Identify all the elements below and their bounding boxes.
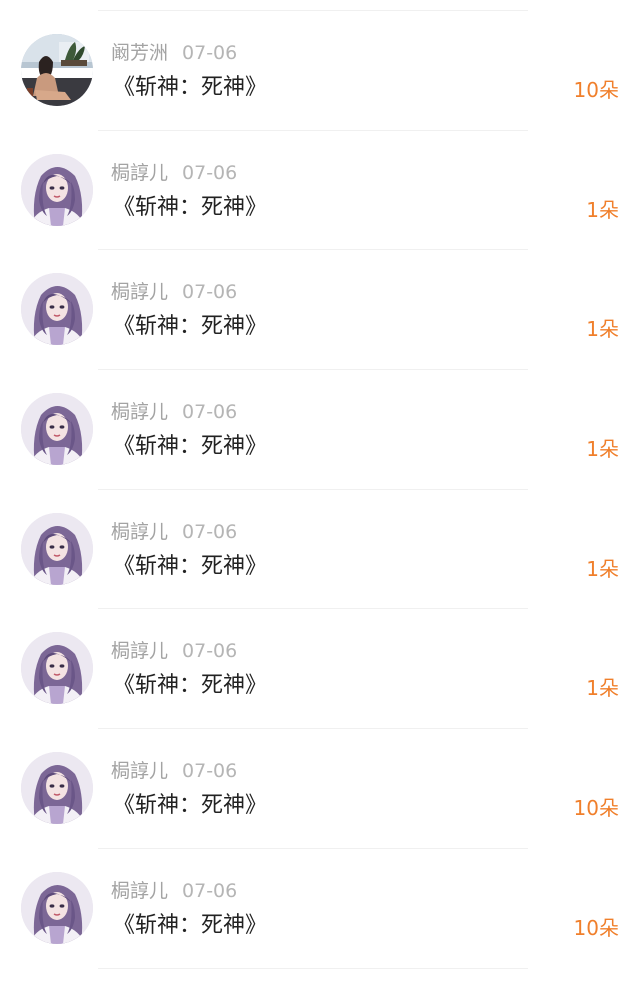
send-date: 07-06	[182, 161, 238, 184]
avatar-anime-girl-purple-hair-icon	[21, 871, 93, 944]
user-avatar[interactable]	[21, 273, 93, 346]
user-avatar[interactable]	[21, 393, 93, 466]
user-avatar[interactable]	[21, 632, 93, 705]
send-date: 07-06	[182, 760, 238, 783]
list-item[interactable]: 梮諄儿 07-06 《斩神：死神》 10朵	[0, 849, 640, 969]
avatar-anime-girl-purple-hair-icon	[21, 273, 93, 346]
user-avatar[interactable]	[21, 512, 93, 585]
list-item[interactable]: 梮諄儿 07-06 《斩神：死神》 1朵	[0, 490, 640, 610]
row-meta: 梮諄儿 07-06	[111, 520, 237, 544]
user-avatar[interactable]	[21, 752, 93, 825]
row-meta: 阚芳洲 07-06	[111, 41, 237, 65]
book-title[interactable]: 《斩神：死神》	[113, 194, 267, 222]
avatar-anime-girl-purple-hair-icon	[21, 393, 93, 466]
row-meta: 梮諄儿 07-06	[111, 879, 237, 903]
flower-count: 10朵	[573, 796, 619, 821]
book-title[interactable]: 《斩神：死神》	[113, 74, 267, 102]
row-meta: 梮諄儿 07-06	[111, 280, 237, 304]
user-name[interactable]: 梮諄儿	[111, 640, 168, 662]
book-title[interactable]: 《斩神：死神》	[113, 912, 267, 940]
list-item[interactable]: 梮諄儿 07-06 《斩神：死神》 1朵	[0, 250, 640, 371]
send-date: 07-06	[182, 42, 238, 64]
user-name[interactable]: 梮諄儿	[111, 401, 168, 423]
send-date: 07-06	[182, 520, 238, 543]
user-name[interactable]: 梮諄儿	[111, 521, 168, 543]
book-title[interactable]: 《斩神：死神》	[113, 672, 267, 700]
flower-count: 10朵	[573, 915, 619, 940]
send-date: 07-06	[182, 401, 238, 424]
list-item[interactable]: 阚芳洲 07-06 《斩神：死神》 10朵	[0, 11, 640, 131]
avatar-anime-girl-purple-hair-icon	[21, 512, 93, 585]
avatar-photo-woman-sitting-icon	[21, 34, 93, 106]
flower-count: 1朵	[586, 556, 619, 581]
user-avatar[interactable]	[21, 34, 93, 106]
row-meta: 梮諄儿 07-06	[111, 639, 237, 663]
avatar-anime-girl-purple-hair-icon	[21, 632, 93, 705]
flower-count: 1朵	[586, 197, 619, 222]
user-name[interactable]: 梮諄儿	[111, 760, 168, 782]
row-meta: 梮諄儿 07-06	[111, 759, 237, 783]
flower-count: 10朵	[573, 78, 619, 102]
row-meta: 梮諄儿 07-06	[111, 400, 237, 424]
list-item[interactable]: 梮諄儿 07-06 《斩神：死神》 1朵	[0, 370, 640, 490]
flower-count: 1朵	[586, 317, 619, 342]
row-divider	[98, 967, 528, 969]
gift-record-list: 阚芳洲 07-06 《斩神：死神》 10朵 梮諄儿 07-06 《斩神：死神》 …	[0, 11, 640, 969]
book-title[interactable]: 《斩神：死神》	[113, 553, 267, 581]
user-avatar[interactable]	[21, 153, 93, 226]
flower-count: 1朵	[586, 676, 619, 701]
avatar-anime-girl-purple-hair-icon	[21, 752, 93, 825]
list-item[interactable]: 梮諄儿 07-06 《斩神：死神》 1朵	[0, 131, 640, 251]
avatar-anime-girl-purple-hair-icon	[21, 153, 93, 226]
list-item[interactable]: 梮諄儿 07-06 《斩神：死神》 1朵	[0, 609, 640, 730]
user-name[interactable]: 梮諄儿	[111, 281, 168, 303]
send-date: 07-06	[182, 879, 238, 902]
book-title[interactable]: 《斩神：死神》	[113, 433, 267, 461]
user-name[interactable]: 梮諄儿	[111, 880, 168, 902]
row-meta: 梮諄儿 07-06	[111, 161, 237, 185]
book-title[interactable]: 《斩神：死神》	[113, 313, 267, 341]
send-date: 07-06	[182, 640, 238, 663]
send-date: 07-06	[182, 281, 238, 304]
user-avatar[interactable]	[21, 871, 93, 944]
book-title[interactable]: 《斩神：死神》	[113, 792, 267, 820]
flower-count: 1朵	[586, 437, 619, 462]
list-item[interactable]: 梮諄儿 07-06 《斩神：死神》 10朵	[0, 729, 640, 849]
user-name[interactable]: 梮諄儿	[111, 162, 168, 184]
user-name[interactable]: 阚芳洲	[111, 42, 168, 64]
